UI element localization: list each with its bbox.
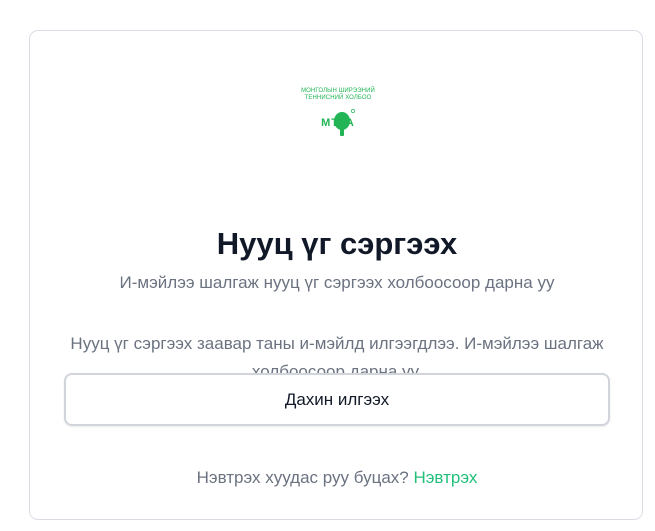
- back-to-login-prompt: Нэвтрэх хуудас руу буцах?: [196, 468, 409, 487]
- resend-button[interactable]: Дахин илгээх: [64, 373, 610, 426]
- logo-line-1: МОНГОЛЫН ШИРЭЭНИЙ: [301, 88, 375, 94]
- login-link[interactable]: Нэвтрэх: [413, 468, 477, 487]
- mtta-logo: МОНГОЛЫН ШИРЭЭНИЙ ТЕННИСНИЙ ХОЛБОО MTTA: [298, 87, 378, 163]
- logo-abbreviation: MTTA: [321, 117, 355, 129]
- logo-line-2: ТЕННИСНИЙ ХОЛБОО: [304, 95, 372, 101]
- back-to-login: Нэвтрэх хуудас руу буцах? Нэвтрэх: [30, 467, 644, 489]
- reset-password-card: МОНГОЛЫН ШИРЭЭНИЙ ТЕННИСНИЙ ХОЛБОО MTTA …: [29, 30, 643, 520]
- page-title: Нууц үг сэргээх: [216, 226, 458, 261]
- page-subtitle: И-мэйлээ шалгаж нууц үг сэргээх холбоосо…: [119, 273, 555, 292]
